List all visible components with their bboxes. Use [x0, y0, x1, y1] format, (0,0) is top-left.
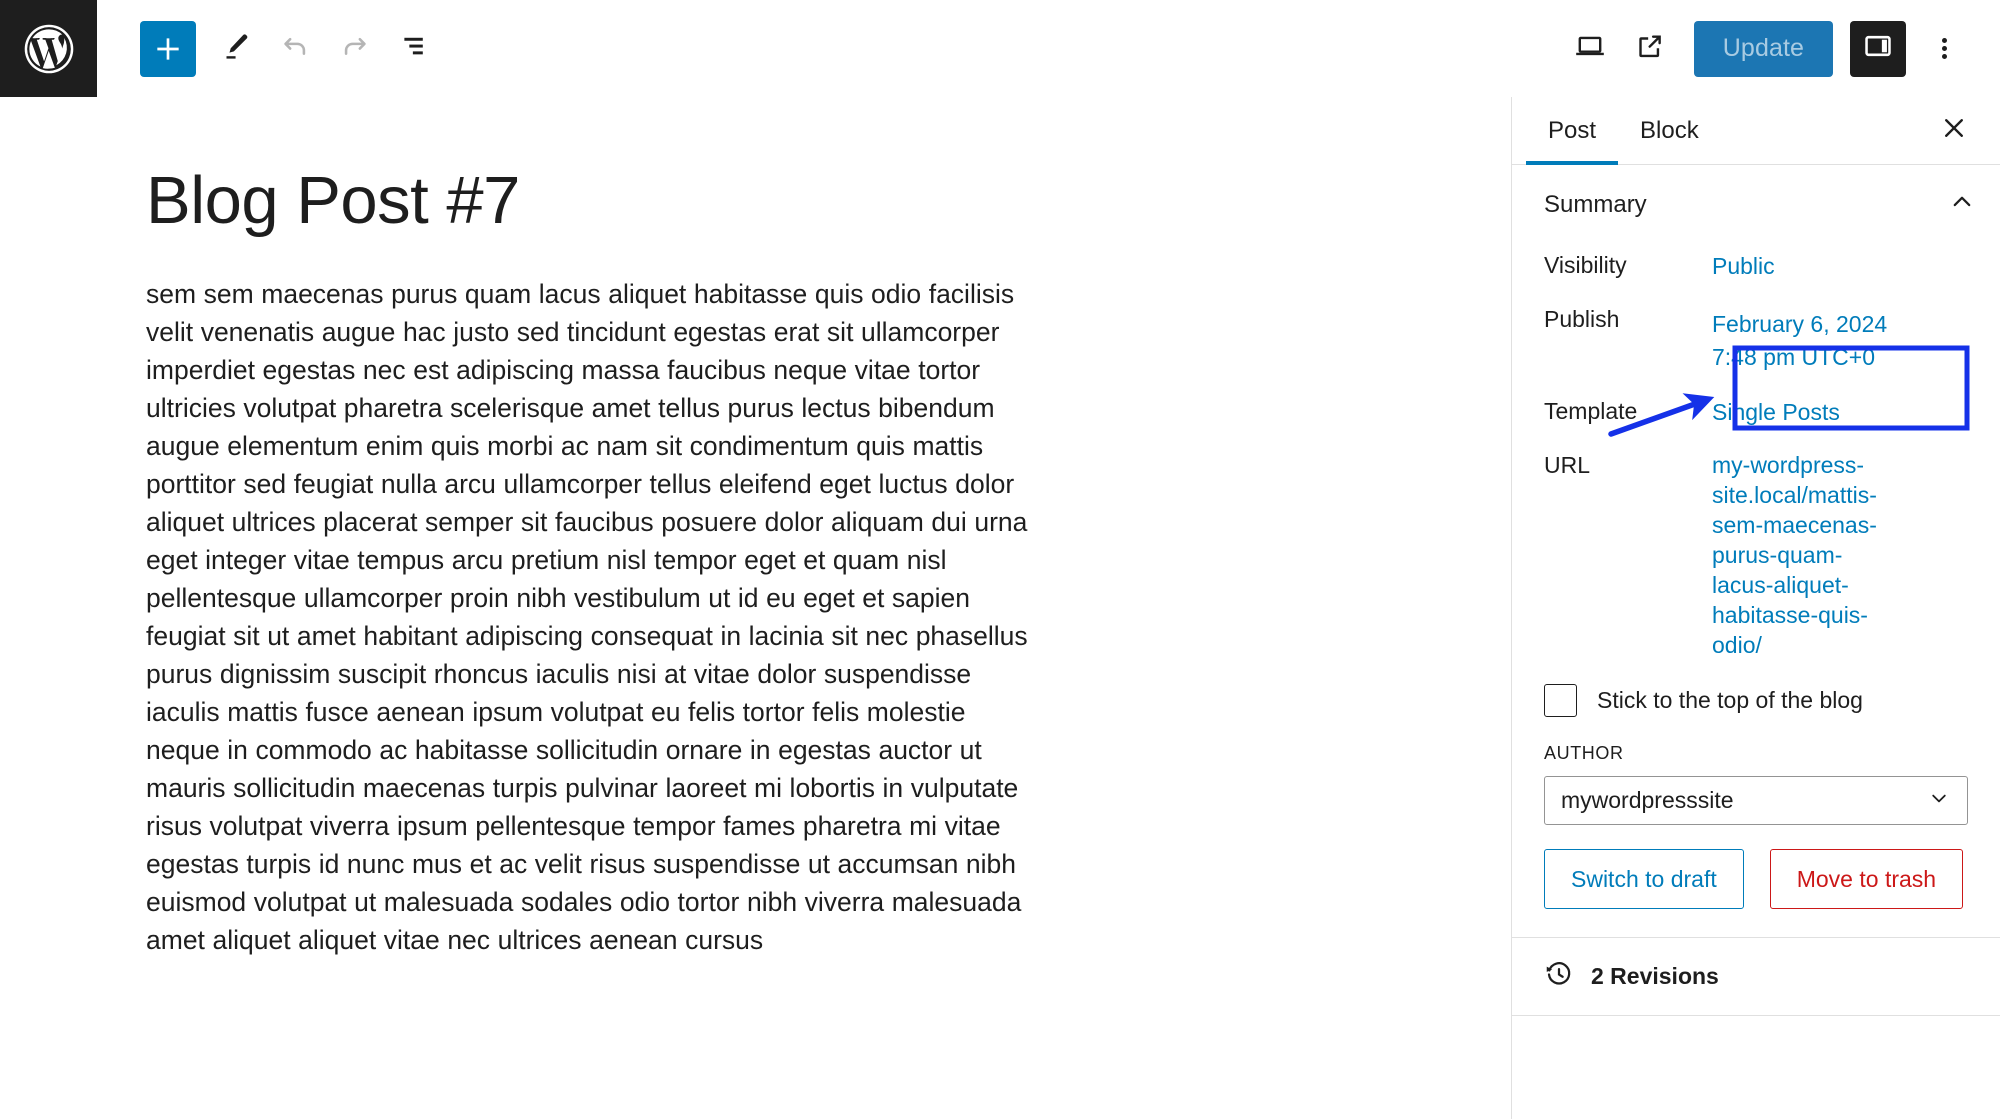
stick-to-top-label[interactable]: Stick to the top of the blog — [1597, 687, 1863, 714]
close-x-icon — [1939, 113, 1969, 148]
editor-top-toolbar: Update — [0, 0, 2000, 97]
undo-button[interactable] — [265, 19, 325, 79]
publish-date-line-2: 7:48 pm UTC+0 — [1712, 344, 1875, 370]
wordpress-logo-icon — [22, 22, 76, 76]
sidebar-tab-bar: Post Block — [1512, 97, 2000, 165]
update-button[interactable]: Update — [1693, 20, 1833, 77]
visibility-label: Visibility — [1544, 252, 1627, 278]
toolbar-left-group — [97, 19, 445, 79]
preview-device-button[interactable] — [1560, 19, 1620, 79]
settings-sidebar-toggle-button[interactable] — [1850, 20, 1906, 77]
visibility-value-button[interactable]: Public — [1712, 244, 1775, 282]
list-view-button[interactable] — [385, 19, 445, 79]
editor-options-button[interactable] — [1916, 21, 1972, 77]
undo-arrow-icon — [278, 29, 312, 68]
tools-mode-button[interactable] — [205, 19, 265, 79]
laptop-preview-icon — [1572, 28, 1608, 69]
author-section-label: AUTHOR — [1544, 743, 1624, 763]
chevron-up-icon — [1948, 188, 1976, 221]
publish-date-line-1: February 6, 2024 — [1712, 311, 1888, 337]
publish-label: Publish — [1544, 306, 1620, 332]
url-value-button[interactable]: my-wordpress-site.local/mattis-sem-maece… — [1712, 444, 1890, 660]
sticky-post-row: Stick to the top of the blog — [1512, 684, 2000, 717]
author-selected-value: mywordpresssite — [1561, 787, 1734, 813]
move-to-trash-button[interactable]: Move to trash — [1769, 849, 1964, 909]
pencil-edit-icon — [218, 29, 252, 68]
summary-row-template: Template Single Posts — [1544, 390, 1974, 434]
plus-icon — [152, 33, 184, 65]
summary-rows: Visibility Public Publish February 6, 20… — [1512, 244, 2000, 660]
kebab-vertical-dots-icon — [1941, 35, 1947, 62]
redo-button[interactable] — [325, 19, 385, 79]
switch-to-draft-button[interactable]: Switch to draft — [1544, 849, 1744, 909]
toolbar-right-group: Update — [1560, 19, 2000, 79]
template-value-button[interactable]: Single Posts — [1712, 390, 1840, 428]
revisions-label: 2 Revisions — [1591, 963, 1719, 989]
sidebar-panel-icon — [1862, 30, 1894, 67]
summary-row-visibility: Visibility Public — [1544, 244, 1974, 288]
document-list-view-icon — [398, 29, 432, 68]
clock-revision-icon — [1544, 959, 1574, 994]
editor-canvas[interactable]: Blog Post #7 sem sem maecenas purus quam… — [0, 97, 1511, 1119]
add-block-button[interactable] — [140, 20, 196, 77]
redo-arrow-icon — [338, 29, 372, 68]
publish-date-value-button[interactable]: February 6, 2024 7:48 pm UTC+0 — [1712, 298, 1887, 374]
template-label: Template — [1544, 398, 1638, 424]
external-link-icon — [1633, 29, 1667, 68]
revisions-row[interactable]: 2 Revisions — [1512, 937, 2000, 1016]
wordpress-logo-button[interactable] — [0, 0, 97, 97]
summary-panel-title: Summary — [1544, 190, 1647, 218]
url-label: URL — [1544, 452, 1591, 478]
wordpress-editor-screen: Update Blog Post #7 sem sem maecenas pur… — [0, 0, 2000, 1119]
tab-post[interactable]: Post — [1526, 97, 1619, 165]
view-site-button[interactable] — [1620, 19, 1680, 79]
summary-panel-header[interactable]: Summary — [1512, 165, 2000, 244]
post-title[interactable]: Blog Post #7 — [146, 165, 520, 236]
close-sidebar-button[interactable] — [1930, 107, 1978, 155]
summary-row-publish: Publish February 6, 2024 7:48 pm UTC+0 — [1544, 298, 1974, 374]
author-select[interactable]: mywordpresssite — [1544, 776, 1968, 825]
settings-sidebar: Post Block Summary Visibility Public Pub… — [1511, 97, 2000, 1119]
chevron-down-icon — [1927, 786, 1951, 816]
post-action-buttons: Switch to draft Move to trash — [1544, 849, 1968, 909]
post-body-paragraph-block[interactable]: sem sem maecenas purus quam lacus alique… — [146, 275, 1041, 959]
stick-to-top-checkbox[interactable] — [1544, 684, 1577, 717]
summary-row-url: URL my-wordpress-site.local/mattis-sem-m… — [1544, 444, 1974, 660]
tab-block[interactable]: Block — [1618, 97, 1721, 165]
